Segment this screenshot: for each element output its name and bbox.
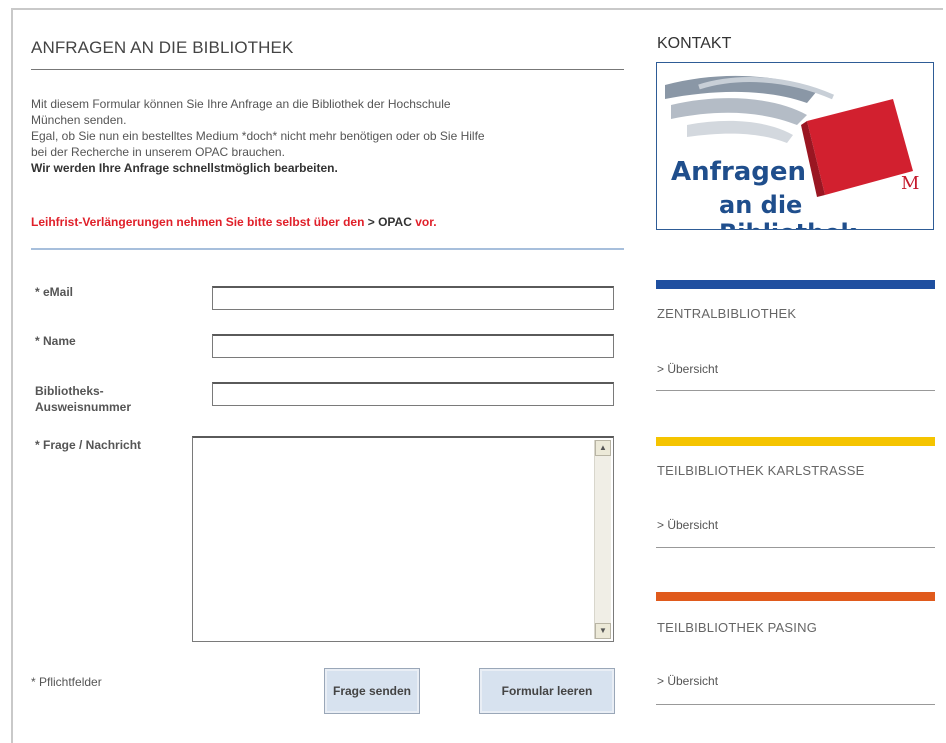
branch-color-bar-zentral xyxy=(656,280,935,289)
intro-text: Mit diesem Formular können Sie Ihre Anfr… xyxy=(31,96,631,176)
intro-line: Egal, ob Sie nun ein bestelltes Medium *… xyxy=(31,129,485,143)
branch-color-bar-pasing xyxy=(656,592,935,601)
contact-heading: KONTAKT xyxy=(657,35,732,52)
scroll-down-arrow-icon[interactable]: ▼ xyxy=(595,623,611,639)
library-card-label: Bibliotheks- Ausweisnummer xyxy=(35,383,131,415)
library-card-label-line2: Ausweisnummer xyxy=(35,400,132,414)
library-card-label-line1: Bibliotheks- xyxy=(35,384,104,398)
branch-overview-link-karlstrasse[interactable]: > Übersicht xyxy=(657,518,718,532)
email-label: * eMail xyxy=(35,285,74,299)
logo-text-line2: an die Bibliothek xyxy=(719,191,856,229)
intro-bold-line: Wir werden Ihre Anfrage schnellstmöglich… xyxy=(31,161,338,175)
required-fields-note: * Pflichtfelder xyxy=(31,675,102,689)
branch-divider xyxy=(656,390,935,391)
email-field[interactable] xyxy=(212,286,614,310)
message-textarea[interactable]: ▲ ▼ xyxy=(192,436,614,642)
branch-overview-link-pasing[interactable]: > Übersicht xyxy=(657,674,718,688)
opac-link[interactable]: > OPAC xyxy=(368,215,412,229)
branch-title-pasing: TEILBIBLIOTHEK PASING xyxy=(657,620,818,635)
renewal-notice-suffix: vor. xyxy=(415,215,437,229)
form-divider xyxy=(31,248,624,250)
intro-line: Mit diesem Formular können Sie Ihre Anfr… xyxy=(31,97,451,111)
branch-title-zentral: ZENTRALBIBLIOTHEK xyxy=(657,306,797,321)
page-title: ANFRAGEN AN DIE BIBLIOTHEK xyxy=(31,38,294,57)
title-divider xyxy=(31,69,624,70)
renewal-notice-text: Leihfrist-Verlängerungen nehmen Sie bitt… xyxy=(31,215,365,229)
library-card-number-field[interactable] xyxy=(212,382,614,406)
intro-line: München senden. xyxy=(31,113,127,127)
message-label: * Frage / Nachricht xyxy=(35,438,142,452)
logo-text-line1: Anfragen xyxy=(671,157,807,187)
branch-color-bar-karlstrasse xyxy=(656,437,935,446)
submit-question-button[interactable]: Frage senden xyxy=(324,668,420,714)
name-label: * Name xyxy=(35,334,76,348)
branch-divider xyxy=(656,704,935,705)
renewal-notice: Leihfrist-Verlängerungen nehmen Sie bitt… xyxy=(31,215,437,229)
library-inquiry-logo[interactable]: Anfragen M an die Bibliothek xyxy=(656,62,934,230)
message-scrollbar[interactable]: ▲ ▼ xyxy=(594,440,611,639)
branch-title-karlstrasse: TEILBIBLIOTHEK KARLSTRASSE xyxy=(657,463,865,478)
intro-line: bei der Recherche in unserem OPAC brauch… xyxy=(31,145,285,159)
branch-divider xyxy=(656,547,935,548)
name-field[interactable] xyxy=(212,334,614,358)
reset-form-button[interactable]: Formular leeren xyxy=(479,668,615,714)
scroll-up-arrow-icon[interactable]: ▲ xyxy=(595,440,611,456)
branch-overview-link-zentral[interactable]: > Übersicht xyxy=(657,362,718,376)
